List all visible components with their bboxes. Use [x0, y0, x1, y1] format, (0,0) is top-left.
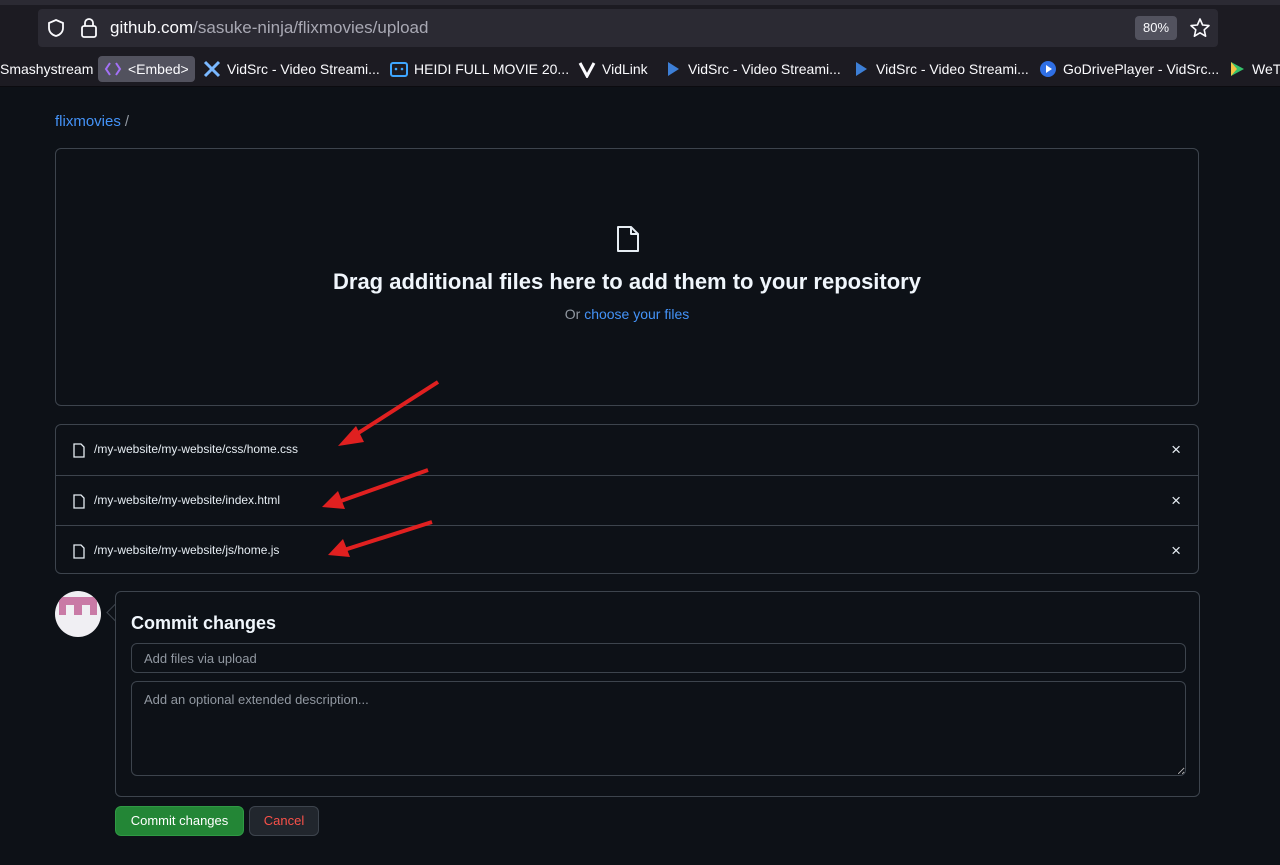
bookmark-label: WeT: [1252, 61, 1280, 77]
drop-zone-title: Drag additional files here to add them t…: [333, 269, 921, 294]
browser-toolbar: github.com/sasuke-ninja/flixmovies/uploa…: [0, 0, 1280, 52]
play-icon: [856, 62, 867, 76]
file-row: /my-website/my-website/js/home.js ×: [56, 525, 1198, 573]
bookmarks-bar: Smashystream <Embed> VidSrc - Video Stre…: [0, 52, 1280, 87]
remove-file-icon[interactable]: ×: [1171, 491, 1181, 511]
breadcrumb: flixmovies /: [55, 113, 129, 130]
choose-files-link[interactable]: choose your files: [584, 306, 689, 322]
tv-icon: [390, 62, 408, 77]
file-drop-zone[interactable]: Drag additional files here to add them t…: [55, 148, 1199, 406]
bookmark-smashystream[interactable]: Smashystream: [0, 56, 93, 82]
bookmark-label: VidSrc - Video Streami...: [876, 61, 1029, 77]
bookmark-label: HEIDI FULL MOVIE 20...: [414, 61, 570, 77]
zoom-level-button[interactable]: 80%: [1135, 16, 1177, 40]
bookmark-label: VidSrc - Video Streami...: [688, 61, 841, 77]
bookmark-vidsrc-3[interactable]: VidSrc - Video Streami...: [852, 56, 1029, 82]
breadcrumb-repo-link[interactable]: flixmovies: [55, 113, 121, 130]
bookmark-label: GoDrivePlayer - VidSrc...: [1063, 61, 1220, 77]
avatar[interactable]: [55, 591, 101, 637]
commit-changes-button[interactable]: Commit changes: [115, 806, 244, 836]
bookmark-embed[interactable]: <Embed>: [98, 56, 195, 82]
file-icon: [73, 494, 85, 509]
url-path: /sasuke-ninja/flixmovies/upload: [193, 18, 429, 37]
file-name: /my-website/my-website/index.html: [94, 493, 281, 507]
bookmark-star-icon[interactable]: [1188, 16, 1212, 40]
tab-strip: [0, 0, 1280, 5]
bookmark-godriveplayer[interactable]: GoDrivePlayer - VidSrc...: [1039, 56, 1219, 82]
bookmark-label: <Embed>: [128, 61, 189, 77]
play-icon: [668, 62, 679, 76]
drop-zone-subtitle: Or choose your files: [56, 306, 1198, 322]
file-icon: [617, 226, 639, 252]
bookmark-vidsrc-1[interactable]: VidSrc - Video Streami...: [203, 56, 380, 82]
code-brackets-icon: [104, 62, 122, 76]
url-host: github.com: [110, 18, 194, 37]
bookmark-heidi[interactable]: HEIDI FULL MOVIE 20...: [390, 56, 569, 82]
or-text: Or: [564, 306, 581, 322]
bookmark-vidlink[interactable]: VidLink: [578, 56, 648, 82]
uploaded-files-list: /my-website/my-website/css/home.css × /m…: [55, 424, 1199, 574]
colorful-play-icon: [1231, 62, 1244, 76]
identicon-icon: [59, 597, 97, 615]
commit-summary-input[interactable]: [131, 643, 1186, 673]
commit-title: Commit changes: [131, 613, 277, 633]
bookmark-wet[interactable]: WeT: [1228, 56, 1280, 82]
remove-file-icon[interactable]: ×: [1171, 541, 1181, 561]
tracking-shield-icon[interactable]: [46, 18, 66, 38]
file-row: /my-website/my-website/css/home.css ×: [56, 425, 1198, 475]
breadcrumb-separator: /: [124, 113, 130, 130]
bookmark-label: VidSrc - Video Streami...: [227, 61, 380, 77]
bookmark-label: VidLink: [602, 61, 648, 77]
file-icon: [73, 544, 85, 559]
bookmark-label: Smashystream: [0, 61, 94, 77]
file-name: /my-website/my-website/js/home.js: [94, 543, 280, 557]
commit-form: Commit changes: [115, 591, 1200, 797]
cancel-button[interactable]: Cancel: [249, 806, 319, 836]
address-bar[interactable]: github.com/sasuke-ninja/flixmovies/uploa…: [38, 9, 1218, 47]
remove-file-icon[interactable]: ×: [1171, 440, 1181, 460]
file-name: /my-website/my-website/css/home.css: [94, 442, 299, 456]
vidsrc-x-icon: [203, 60, 221, 78]
bookmark-vidsrc-2[interactable]: VidSrc - Video Streami...: [664, 56, 841, 82]
file-icon: [73, 443, 85, 458]
lock-icon[interactable]: [80, 17, 98, 39]
commit-description-textarea[interactable]: [131, 681, 1186, 776]
play-circle-icon: [1040, 61, 1056, 77]
file-row: /my-website/my-website/index.html ×: [56, 475, 1198, 525]
url-text[interactable]: github.com/sasuke-ninja/flixmovies/uploa…: [110, 18, 428, 38]
vidlink-v-icon: [578, 62, 596, 78]
